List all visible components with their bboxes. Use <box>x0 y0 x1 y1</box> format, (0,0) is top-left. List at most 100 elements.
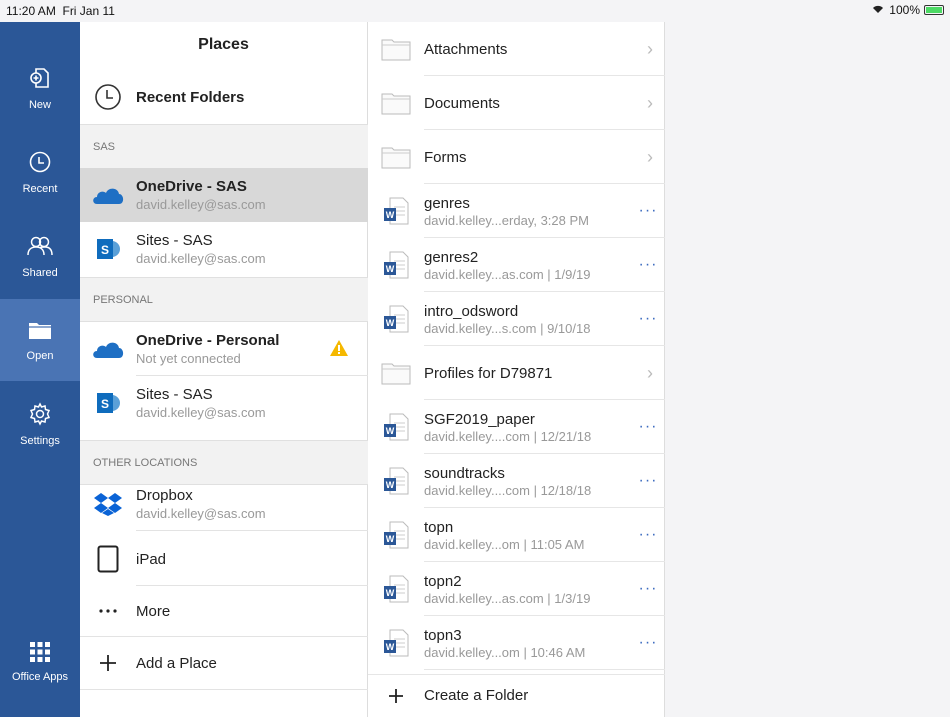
more-options-button[interactable]: ··· <box>631 634 665 652</box>
create-folder-button[interactable]: Create a Folder <box>368 674 665 716</box>
svg-text:S: S <box>101 397 109 411</box>
svg-text:W: W <box>386 480 395 490</box>
place-name: Sites - SAS <box>136 386 213 403</box>
svg-text:W: W <box>386 264 395 274</box>
status-time: 11:20 AM Fri Jan 11 <box>6 4 115 18</box>
more-options-button[interactable]: ··· <box>631 472 665 490</box>
file-meta: david.kelley....com | 12/21/18 <box>424 428 592 444</box>
places-title: Places <box>198 36 249 53</box>
file-meta: david.kelley...om | 11:05 AM <box>424 536 585 552</box>
detail-area <box>665 22 950 717</box>
status-right: 100% <box>871 3 944 17</box>
rail-open-label: Open <box>26 349 54 362</box>
file-row[interactable]: Attachments › <box>368 22 665 76</box>
svg-text:W: W <box>386 210 395 220</box>
file-meta: david.kelley...as.com | 1/9/19 <box>424 266 591 282</box>
rail-recent-label: Recent <box>22 182 58 195</box>
file-name: SGF2019_paper <box>424 410 535 428</box>
place-account: david.kelley@sas.com <box>136 506 266 521</box>
folder-icon <box>368 145 424 169</box>
file-row[interactable]: W topn david.kelley...om | 11:05 AM ··· <box>368 508 665 562</box>
status-bar: 11:20 AM Fri Jan 11 100% <box>0 0 950 22</box>
ellipsis-icon <box>80 608 136 614</box>
app-grid-icon <box>30 641 50 671</box>
place-name: More <box>136 602 171 620</box>
more-options-button[interactable]: ··· <box>631 256 665 274</box>
word-document-icon: W <box>368 466 424 496</box>
onedrive-icon <box>80 184 136 206</box>
sharepoint-icon: S <box>80 390 136 416</box>
svg-text:W: W <box>386 642 395 652</box>
file-row[interactable]: W intro_odsword david.kelley...s.com | 9… <box>368 292 665 346</box>
app-rail: New Recent Shared Open Settings Office A… <box>0 22 80 717</box>
file-name: intro_odsword <box>424 302 519 320</box>
place-account: david.kelley@sas.com <box>136 405 266 420</box>
recent-folders-row[interactable]: Recent Folders <box>80 70 368 124</box>
warning-icon <box>330 340 348 361</box>
word-document-icon: W <box>368 304 424 334</box>
file-meta: david.kelley...erday, 3:28 PM <box>424 212 589 228</box>
file-row[interactable]: W genres2 david.kelley...as.com | 1/9/19… <box>368 238 665 292</box>
onedrive-icon <box>80 338 136 360</box>
more-options-button[interactable]: ··· <box>631 202 665 220</box>
word-document-icon: W <box>368 196 424 226</box>
file-name: Documents <box>424 94 500 112</box>
word-document-icon: W <box>368 250 424 280</box>
rail-office-apps[interactable]: Office Apps <box>0 627 80 697</box>
rail-shared-label: Shared <box>22 266 58 279</box>
rail-open[interactable]: Open <box>0 299 80 381</box>
rail-office-apps-label: Office Apps <box>11 670 69 683</box>
more-options-button[interactable]: ··· <box>631 418 665 436</box>
dropbox-icon <box>80 492 136 516</box>
add-place-button[interactable]: Add a Place <box>80 636 368 690</box>
place-ipad[interactable]: iPad <box>80 532 368 586</box>
ipad-icon <box>80 545 136 573</box>
place-sites-sas-2[interactable]: S Sites - SAS david.kelley@sas.com <box>80 376 368 430</box>
place-onedrive-sas[interactable]: OneDrive - SAS david.kelley@sas.com <box>80 168 368 222</box>
file-row[interactable]: W topn2 david.kelley...as.com | 1/3/19 ·… <box>368 562 665 616</box>
file-name: topn2 <box>424 572 462 590</box>
plus-icon <box>80 654 136 672</box>
file-name: genres2 <box>424 248 479 266</box>
battery-icon <box>924 5 944 15</box>
word-document-icon: W <box>368 628 424 658</box>
place-sites-sas[interactable]: S Sites - SAS david.kelley@sas.com <box>80 222 368 276</box>
svg-text:W: W <box>386 426 395 436</box>
place-dropbox[interactable]: Dropbox david.kelley@sas.com <box>80 477 368 531</box>
word-document-icon: W <box>368 520 424 550</box>
rail-new-label: New <box>28 98 51 111</box>
more-options-button[interactable]: ··· <box>631 580 665 598</box>
sharepoint-icon: S <box>80 236 136 262</box>
folder-icon <box>368 361 424 385</box>
rail-shared[interactable]: Shared <box>0 215 80 297</box>
place-name: Dropbox <box>136 487 193 504</box>
file-row[interactable]: Documents › <box>368 76 665 130</box>
place-more[interactable]: More <box>80 584 368 638</box>
file-row[interactable]: W soundtracks david.kelley....com | 12/1… <box>368 454 665 508</box>
place-account: david.kelley@sas.com <box>136 197 266 212</box>
file-row[interactable]: Profiles for D79871 › <box>368 346 665 400</box>
recent-folders-label: Recent Folders <box>136 88 245 106</box>
more-options-button[interactable]: ··· <box>631 310 665 328</box>
file-meta: david.kelley...s.com | 9/10/18 <box>424 320 591 336</box>
more-options-button[interactable]: ··· <box>631 526 665 544</box>
rail-recent[interactable]: Recent <box>0 131 80 213</box>
rail-new[interactable]: New <box>0 47 80 129</box>
word-document-icon: W <box>368 412 424 442</box>
svg-text:W: W <box>386 534 395 544</box>
section-sas: SAS <box>80 124 368 169</box>
svg-text:S: S <box>101 243 109 257</box>
file-name: Forms <box>424 148 467 166</box>
file-row[interactable]: W genres david.kelley...erday, 3:28 PM ·… <box>368 184 665 238</box>
file-row[interactable]: W SGF2019_paper david.kelley....com | 12… <box>368 400 665 454</box>
section-personal: PERSONAL <box>80 277 368 322</box>
clock-icon <box>80 83 136 111</box>
rail-settings[interactable]: Settings <box>0 383 80 465</box>
people-icon <box>27 234 53 267</box>
place-onedrive-personal[interactable]: OneDrive - Personal Not yet connected <box>80 322 368 376</box>
file-row[interactable]: W topn3 david.kelley...om | 10:46 AM ··· <box>368 616 665 670</box>
file-name: Attachments <box>424 40 508 58</box>
wifi-icon <box>871 3 885 17</box>
place-name: OneDrive - SAS <box>136 178 247 195</box>
file-row[interactable]: Forms › <box>368 130 665 184</box>
